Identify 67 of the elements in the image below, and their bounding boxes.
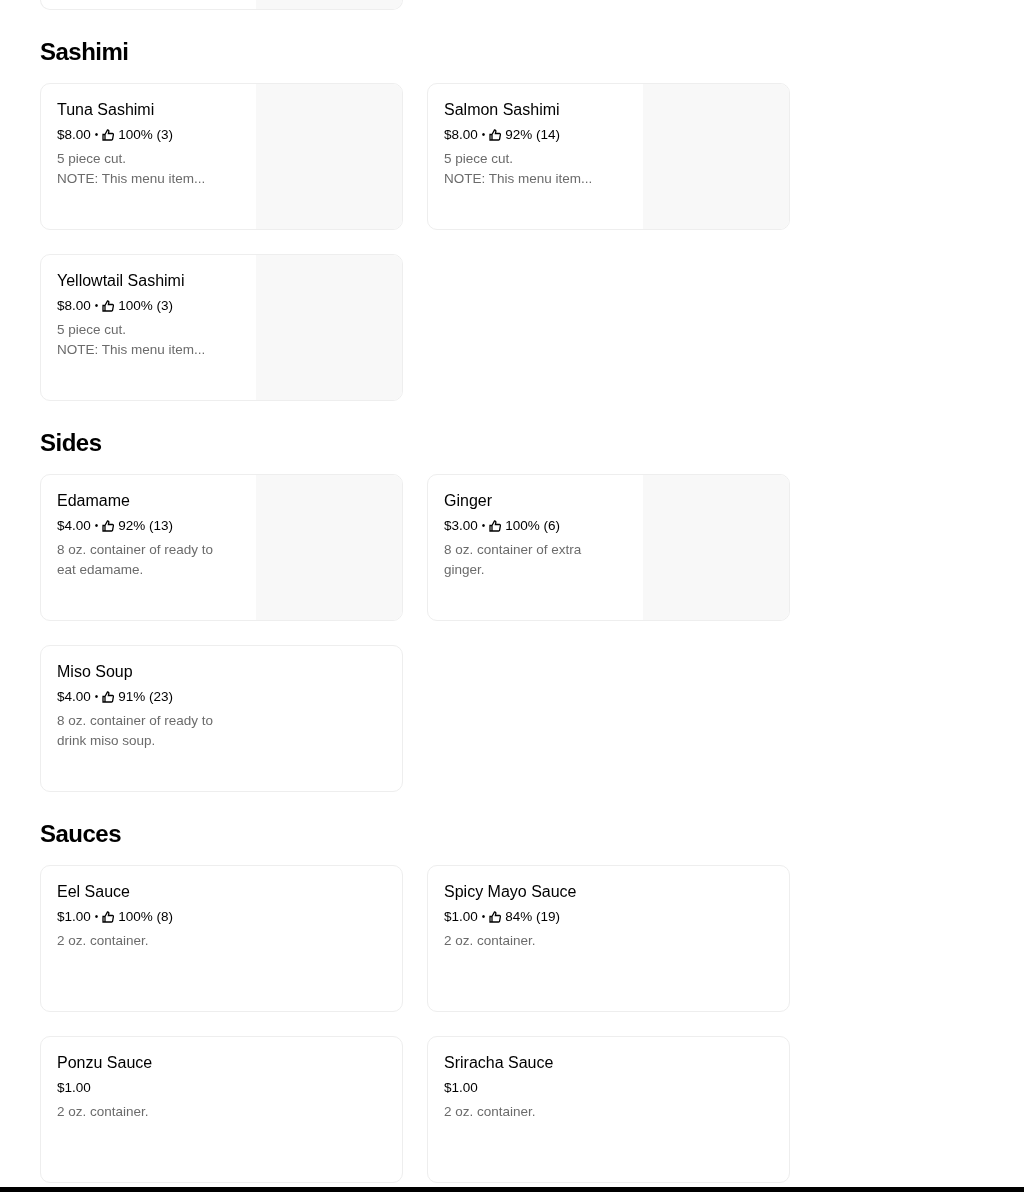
item-rating: 100% (3) bbox=[118, 126, 174, 144]
menu-item-card[interactable]: Eel Sauce $1.00 • 100% (8) 2 oz. container. bbox=[40, 865, 403, 1012]
section-heading: Sides bbox=[40, 428, 103, 458]
item-description: 8 oz. container of extra ginger. bbox=[444, 541, 583, 579]
separator-dot: • bbox=[94, 128, 99, 142]
separator-dot: • bbox=[94, 690, 99, 704]
item-rating: 100% (3) bbox=[118, 297, 174, 315]
item-price: $1.00 bbox=[444, 1079, 478, 1097]
item-name: Edamame bbox=[57, 491, 131, 511]
section-heading: Sauces bbox=[40, 819, 123, 849]
separator-dot: • bbox=[94, 299, 99, 313]
menu-item-card[interactable]: Miso Soup $4.00 • 91% (23) 8 oz. container of ready to drink miso soup. bbox=[40, 645, 403, 792]
separator-dot: • bbox=[94, 519, 99, 533]
item-price: $1.00 bbox=[444, 908, 478, 926]
thumbs-up-icon bbox=[102, 300, 115, 312]
menu-item-card[interactable]: Tuna Sashimi $8.00 • 100% (3) 5 piece cut. NOTE: This menu item... bbox=[40, 83, 403, 230]
item-price: $8.00 bbox=[444, 126, 478, 144]
thumbs-up-icon bbox=[489, 129, 502, 141]
item-rating: 92% (13) bbox=[118, 517, 174, 535]
item-name: Sriracha Sauce bbox=[444, 1053, 555, 1073]
separator-dot: • bbox=[94, 910, 99, 924]
item-price: $8.00 bbox=[57, 126, 91, 144]
item-description: 2 oz. container. bbox=[57, 932, 150, 950]
item-name: Yellowtail Sashimi bbox=[57, 271, 186, 291]
item-description: 2 oz. container. bbox=[57, 1103, 150, 1121]
item-rating: 91% (23) bbox=[118, 688, 174, 706]
thumbs-up-icon bbox=[489, 911, 502, 923]
item-name: Spicy Mayo Sauce bbox=[444, 882, 578, 902]
item-description: 5 piece cut. NOTE: This menu item... bbox=[57, 150, 207, 188]
menu-item-card[interactable]: Spicy Mayo Sauce $1.00 • 84% (19) 2 oz. container. bbox=[427, 865, 790, 1012]
thumbs-up-icon bbox=[102, 691, 115, 703]
item-description: 8 oz. container of ready to eat edamame. bbox=[57, 541, 215, 579]
item-description: 2 oz. container. bbox=[444, 932, 537, 950]
item-rating: 100% (8) bbox=[118, 908, 174, 926]
item-description: 8 oz. container of ready to drink miso soup. bbox=[57, 712, 215, 750]
item-price: $8.00 bbox=[57, 297, 91, 315]
separator-dot: • bbox=[481, 128, 486, 142]
item-name: Miso Soup bbox=[57, 662, 134, 682]
item-name: Ponzu Sauce bbox=[57, 1053, 154, 1073]
thumbs-up-icon bbox=[102, 911, 115, 923]
separator-dot: • bbox=[481, 910, 486, 924]
item-rating: 100% (6) bbox=[505, 517, 561, 535]
item-price: $1.00 bbox=[57, 1079, 91, 1097]
menu-item-card[interactable]: Ponzu Sauce $1.00 2 oz. container. bbox=[40, 1036, 403, 1183]
item-rating: 84% (19) bbox=[505, 908, 561, 926]
item-description: 5 piece cut. NOTE: This menu item... bbox=[57, 321, 207, 359]
item-name: Eel Sauce bbox=[57, 882, 131, 902]
thumbs-up-icon bbox=[102, 129, 115, 141]
thumbs-up-icon bbox=[489, 520, 502, 532]
thumbs-up-icon bbox=[102, 520, 115, 532]
item-price: $4.00 bbox=[57, 688, 91, 706]
menu-item-card[interactable]: Sriracha Sauce $1.00 2 oz. container. bbox=[427, 1036, 790, 1183]
menu-item-card[interactable]: Edamame $4.00 • 92% (13) 8 oz. container of ready to eat edamame. bbox=[40, 474, 403, 621]
separator-dot: • bbox=[481, 519, 486, 533]
menu-item-card[interactable]: Ginger $3.00 • 100% (6) 8 oz. container of extra ginger. bbox=[427, 474, 790, 621]
item-price: $4.00 bbox=[57, 517, 91, 535]
item-rating: 92% (14) bbox=[505, 126, 561, 144]
item-description: 2 oz. container. bbox=[444, 1103, 537, 1121]
item-name: Salmon Sashimi bbox=[444, 100, 561, 120]
item-name: Tuna Sashimi bbox=[57, 100, 156, 120]
item-description: 5 piece cut. NOTE: This menu item... bbox=[444, 150, 594, 188]
item-price: $1.00 bbox=[57, 908, 91, 926]
item-price: $3.00 bbox=[444, 517, 478, 535]
item-name: Ginger bbox=[444, 491, 494, 511]
menu-item-card[interactable]: Salmon Sashimi $8.00 • 92% (14) 5 piece cut. NOTE: This menu item... bbox=[427, 83, 790, 230]
section-heading: Sashimi bbox=[40, 37, 130, 67]
menu-item-card[interactable]: Yellowtail Sashimi $8.00 • 100% (3) 5 piece cut. NOTE: This menu item... bbox=[40, 254, 403, 401]
